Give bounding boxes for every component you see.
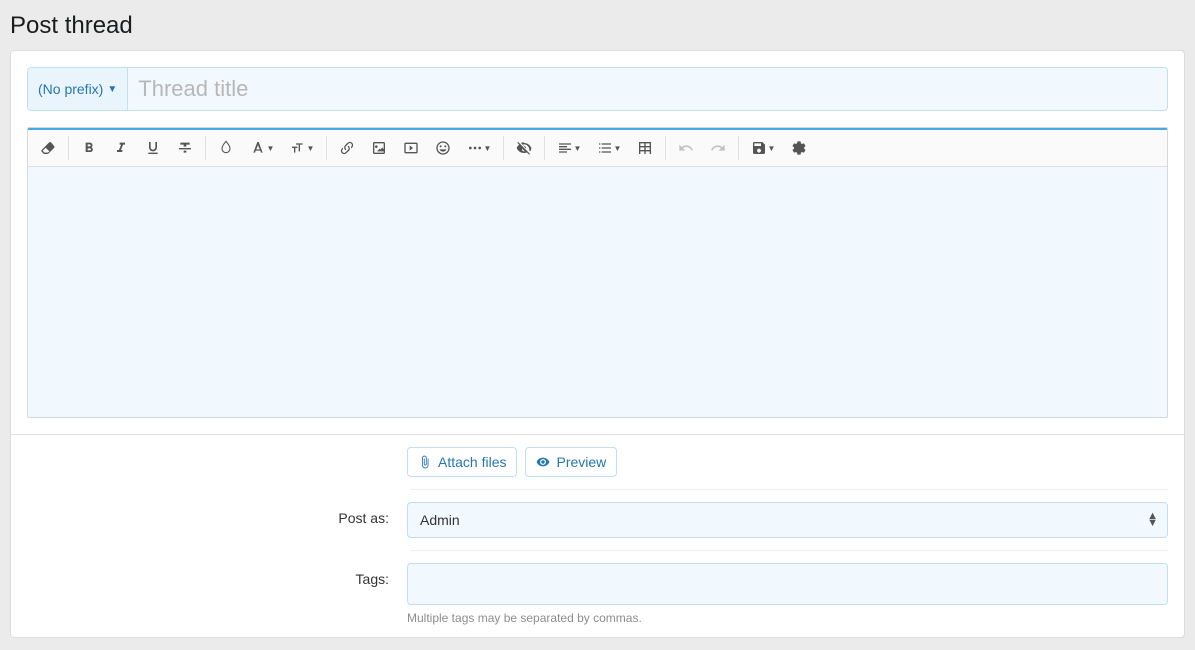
align-left-icon [557, 140, 573, 156]
form-bottom: Attach files Preview Post as: Admin ▲▼ [11, 434, 1184, 637]
remove-formatting-button[interactable] [32, 132, 64, 164]
underline-icon [145, 140, 161, 156]
tags-input[interactable] [407, 563, 1168, 605]
table-icon [637, 140, 653, 156]
tags-hint: Multiple tags may be separated by commas… [407, 611, 1168, 625]
video-icon [403, 140, 419, 156]
caret-down-icon: ▼ [614, 144, 622, 153]
strikethrough-icon [177, 140, 193, 156]
toolbar-separator [503, 136, 504, 160]
font-family-button[interactable]: ▼ [242, 132, 282, 164]
emoji-button[interactable] [427, 132, 459, 164]
font-size-button[interactable]: ▼ [282, 132, 322, 164]
eraser-icon [40, 140, 56, 156]
page-title: Post thread [0, 0, 1195, 50]
toolbar-separator [205, 136, 206, 160]
caret-down-icon: ▼ [574, 144, 582, 153]
undo-icon [678, 140, 694, 156]
text-color-button[interactable] [210, 132, 242, 164]
toolbar-separator [68, 136, 69, 160]
italic-icon [113, 140, 129, 156]
font-size-icon [290, 140, 306, 156]
thread-title-input[interactable] [128, 68, 1167, 110]
caret-down-icon: ▼ [484, 144, 492, 153]
paperclip-icon [418, 455, 432, 469]
underline-button[interactable] [137, 132, 169, 164]
toolbar-separator [326, 136, 327, 160]
bold-icon [81, 140, 97, 156]
toolbar-separator [544, 136, 545, 160]
more-button[interactable]: ▼ [459, 132, 499, 164]
align-button[interactable]: ▼ [549, 132, 589, 164]
list-icon [597, 140, 613, 156]
caret-down-icon: ▼ [307, 144, 315, 153]
prefix-select[interactable]: (No prefix) ▼ [28, 68, 128, 110]
editor-toolbar: ▼ ▼ ▼ ▼ ▼ ▼ [28, 130, 1167, 167]
toolbar-separator [665, 136, 666, 160]
droplet-icon [218, 140, 234, 156]
preview-label: Preview [556, 454, 606, 470]
actions-row: Attach files Preview [11, 435, 1184, 489]
smile-icon [435, 140, 451, 156]
post-as-select[interactable]: Admin [407, 502, 1168, 538]
prefix-label: (No prefix) [38, 81, 103, 97]
tags-label: Tags: [27, 563, 407, 625]
bold-button[interactable] [73, 132, 105, 164]
tags-row: Tags: Multiple tags may be separated by … [11, 551, 1184, 637]
redo-button[interactable] [702, 132, 734, 164]
caret-down-icon: ▼ [107, 84, 117, 95]
toggle-bbcode-button[interactable] [508, 132, 540, 164]
eye-icon [536, 455, 550, 469]
eye-slash-icon [516, 140, 532, 156]
post-form-card: (No prefix) ▼ ▼ ▼ ▼ ▼ ▼ [10, 50, 1185, 638]
redo-icon [710, 140, 726, 156]
settings-button[interactable] [783, 132, 815, 164]
attach-files-button[interactable]: Attach files [407, 447, 517, 477]
toolbar-separator [738, 136, 739, 160]
post-as-label: Post as: [27, 502, 407, 538]
italic-button[interactable] [105, 132, 137, 164]
editor-content-area[interactable] [28, 167, 1167, 417]
font-icon [250, 140, 266, 156]
post-as-row: Post as: Admin ▲▼ [11, 490, 1184, 550]
undo-button[interactable] [670, 132, 702, 164]
media-button[interactable] [395, 132, 427, 164]
drafts-button[interactable]: ▼ [743, 132, 783, 164]
link-button[interactable] [331, 132, 363, 164]
caret-down-icon: ▼ [267, 144, 275, 153]
strikethrough-button[interactable] [169, 132, 201, 164]
gear-icon [791, 140, 807, 156]
attach-files-label: Attach files [438, 454, 506, 470]
save-icon [751, 140, 767, 156]
caret-down-icon: ▼ [768, 144, 776, 153]
ellipsis-icon [467, 140, 483, 156]
preview-button[interactable]: Preview [525, 447, 617, 477]
editor: ▼ ▼ ▼ ▼ ▼ ▼ [27, 127, 1168, 418]
title-row: (No prefix) ▼ [27, 67, 1168, 111]
link-icon [339, 140, 355, 156]
label-col-empty [27, 447, 407, 477]
table-button[interactable] [629, 132, 661, 164]
list-button[interactable]: ▼ [589, 132, 629, 164]
image-icon [371, 140, 387, 156]
image-button[interactable] [363, 132, 395, 164]
